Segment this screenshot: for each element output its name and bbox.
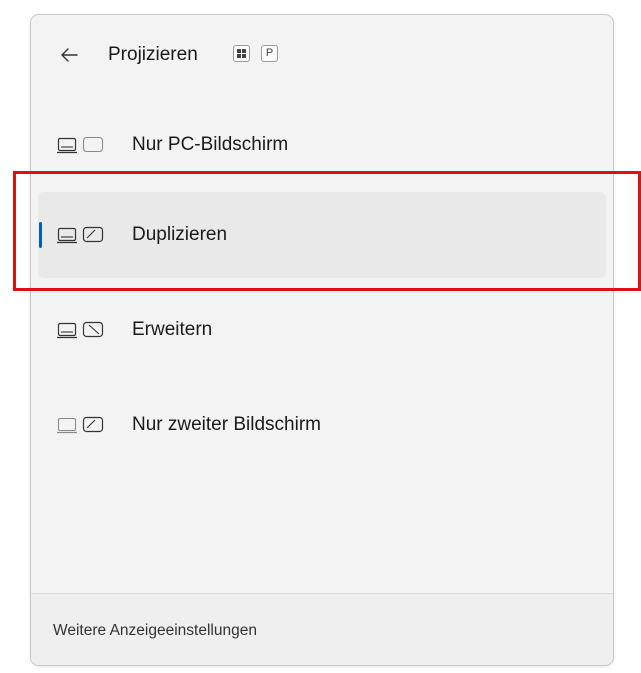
extend-icon (57, 321, 104, 339)
arrow-left-icon[interactable] (59, 45, 79, 65)
option-label: Nur zweiter Bildschirm (132, 414, 321, 435)
more-display-settings-link[interactable]: Weitere Anzeigeeinstellungen (53, 622, 257, 640)
option-label: Erweitern (132, 319, 213, 340)
second-screen-only-icon (57, 416, 104, 434)
flyout-header: Projizieren P (31, 15, 613, 95)
shortcut-key-p: P (261, 45, 278, 62)
project-flyout: Projizieren P Nur PC-Bildschirm Duplizie… (30, 14, 614, 666)
option-second-screen-only[interactable]: Nur zweiter Bildschirm (38, 382, 606, 468)
option-pc-screen-only[interactable]: Nur PC-Bildschirm (38, 102, 606, 188)
selection-indicator (39, 222, 42, 248)
flyout-footer: Weitere Anzeigeeinstellungen (31, 593, 613, 665)
pc-screen-only-icon (57, 136, 104, 154)
option-duplicate[interactable]: Duplizieren (38, 192, 606, 278)
option-extend[interactable]: Erweitern (38, 287, 606, 373)
screen: Projizieren P Nur PC-Bildschirm Duplizie… (0, 0, 641, 673)
page-title: Projizieren (108, 44, 198, 65)
win-key-icon (233, 45, 250, 62)
option-label: Duplizieren (132, 224, 228, 245)
duplicate-icon (57, 226, 104, 244)
option-label: Nur PC-Bildschirm (132, 134, 289, 155)
